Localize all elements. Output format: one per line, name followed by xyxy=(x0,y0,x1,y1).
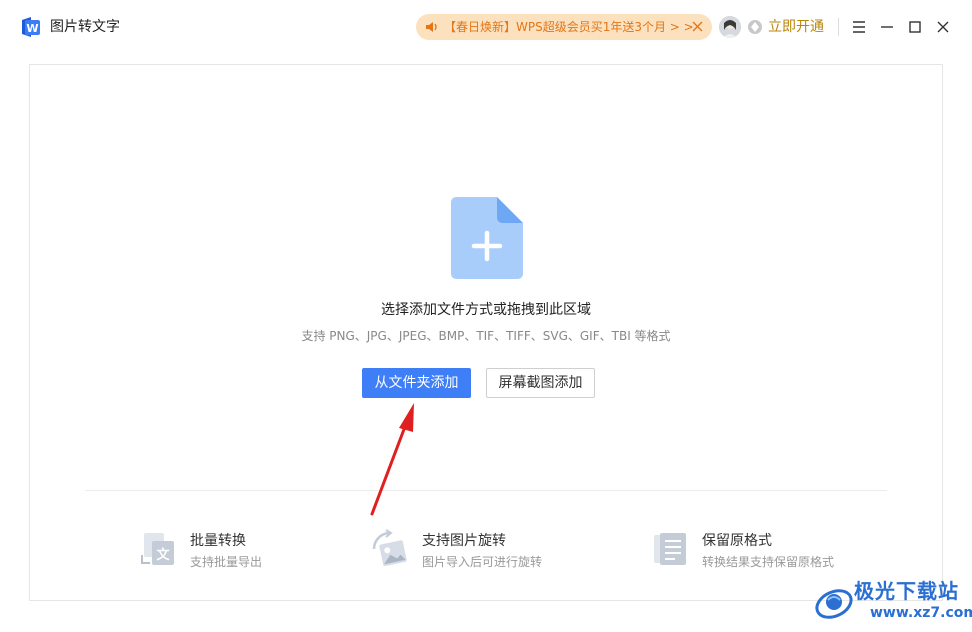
drop-zone-panel[interactable]: 选择添加文件方式或拖拽到此区域 支持 PNG、JPG、JPEG、BMP、TIF、… xyxy=(29,64,943,601)
batch-convert-icon: 文 xyxy=(141,533,174,565)
drop-zone-title: 选择添加文件方式或拖拽到此区域 xyxy=(381,302,591,318)
feature-title: 批量转换 xyxy=(190,533,246,549)
add-screenshot-button[interactable]: 屏幕截图添加 xyxy=(486,368,595,398)
promo-text[interactable]: 【春日焕新】WPS超级会员买1年送3个月 > > xyxy=(444,18,694,36)
vip-diamond-icon xyxy=(748,20,762,34)
app-title: 图片转文字 xyxy=(50,19,120,35)
keep-format-icon xyxy=(654,533,686,565)
image-rotate-icon xyxy=(372,529,407,567)
close-icon[interactable] xyxy=(933,17,953,37)
minimize-icon[interactable] xyxy=(877,17,897,37)
svg-text:W: W xyxy=(26,22,38,35)
promo-banner[interactable]: 【春日焕新】WPS超级会员买1年送3个月 > > xyxy=(416,14,712,40)
speaker-icon xyxy=(426,22,437,32)
watermark-name: 极光下载站 xyxy=(854,579,959,603)
feature-title: 支持图片旋转 xyxy=(422,533,506,549)
wps-word-icon: W xyxy=(22,17,40,37)
feature-desc: 支持批量导出 xyxy=(190,555,263,569)
watermark-url: www.xz7.com xyxy=(870,605,972,621)
menu-icon[interactable] xyxy=(849,17,869,37)
supported-formats-text: 支持 PNG、JPG、JPEG、BMP、TIF、TIFF、SVG、GIF、TBI… xyxy=(301,329,671,343)
vip-activate-link[interactable]: 立即开通 xyxy=(768,17,824,37)
title-bar: W 图片转文字 【春日焕新】WPS超级会员买1年送3个月 > > 立即开通 xyxy=(0,0,972,54)
avatar[interactable] xyxy=(719,16,741,38)
watermark-logo-icon xyxy=(815,589,853,619)
watermark: 极光下载站 www.xz7.com xyxy=(808,576,972,628)
feature-desc: 转换结果支持保留原格式 xyxy=(702,555,835,569)
add-file-icon[interactable] xyxy=(451,197,523,279)
add-from-folder-button[interactable]: 从文件夹添加 xyxy=(362,368,471,398)
feature-divider xyxy=(85,490,887,491)
feature-desc: 图片导入后可进行旋转 xyxy=(422,555,543,569)
header-separator xyxy=(838,18,839,36)
feature-title: 保留原格式 xyxy=(702,533,772,549)
user-avatar-icon xyxy=(719,16,741,38)
svg-text:文: 文 xyxy=(156,547,170,563)
promo-close-icon[interactable] xyxy=(691,20,704,33)
maximize-icon[interactable] xyxy=(905,17,925,37)
